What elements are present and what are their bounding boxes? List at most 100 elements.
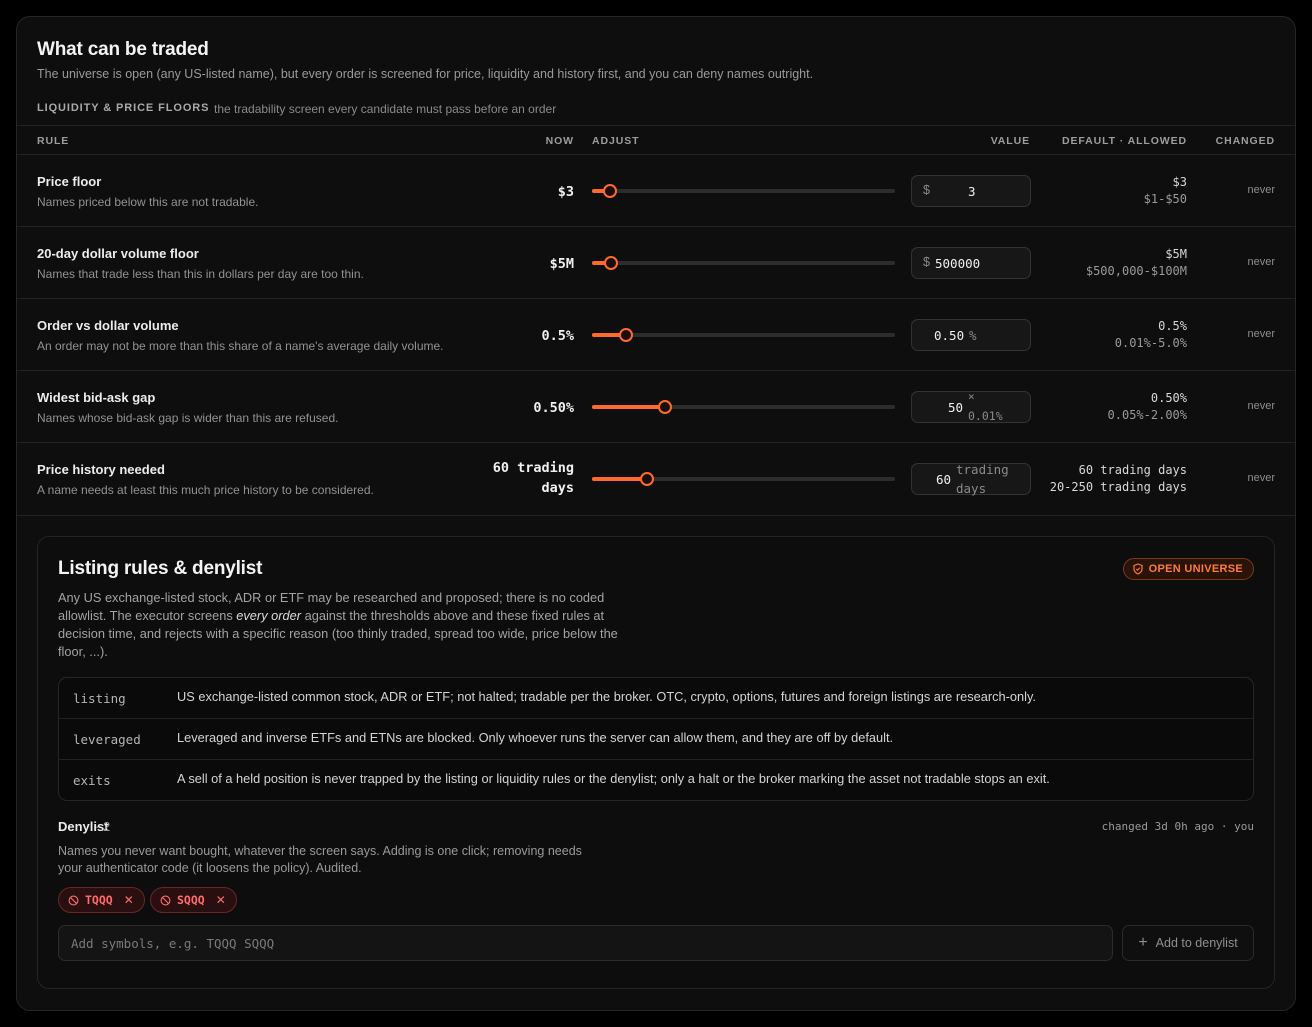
denylist-chip: TQQQ ✕ — [58, 887, 145, 913]
rule-default: 0.50% — [1150, 391, 1187, 405]
paragraph-emphasis: every order — [236, 608, 302, 623]
rule-description: Names whose bid-ask gap is wider than th… — [37, 411, 339, 425]
ban-icon — [68, 895, 79, 905]
value-suffix: % — [969, 328, 977, 343]
slider-handle[interactable] — [603, 184, 618, 198]
denylist-count: · 2 — [95, 819, 111, 834]
value-text[interactable]: 0.50 — [934, 328, 968, 343]
ban-icon — [160, 895, 171, 905]
rule-default-allowed: 60 trading days 20-250 trading days — [1050, 462, 1187, 496]
slider-handle[interactable] — [604, 256, 619, 270]
price-history-slider[interactable] — [592, 472, 895, 486]
rule-allowed: 0.01%-5.0% — [1114, 336, 1187, 350]
add-to-denylist-button[interactable]: + Add to denylist — [1122, 925, 1254, 961]
fixed-rule-key: listing — [73, 691, 126, 706]
page-subtitle: The universe is open (any US-listed name… — [37, 67, 814, 81]
col-changed: CHANGED — [1215, 135, 1275, 147]
chip-symbol: TQQQ — [85, 893, 113, 907]
rule-changed: never — [1247, 472, 1275, 484]
rule-default: 60 trading days — [1078, 463, 1187, 477]
section-description: the tradability screen every candidate m… — [214, 102, 557, 116]
listing-title: Listing rules & denylist — [58, 558, 263, 579]
rule-name: Widest bid-ask gap — [37, 390, 156, 405]
remove-chip-close-icon[interactable]: ✕ — [216, 893, 226, 907]
dollar-volume-input[interactable]: $ 5000000 — [911, 247, 1031, 279]
value-suffix-unit: 0.01% — [968, 409, 1003, 423]
fixed-rule-text: US exchange-listed common stock, ADR or … — [177, 689, 1036, 704]
remove-chip-close-icon[interactable]: ✕ — [124, 893, 134, 907]
rule-allowed: $500,000-$100M — [1085, 264, 1187, 278]
table-header: RULE NOW ADJUST VALUE DEFAULT · ALLOWED … — [17, 125, 1295, 155]
slider-handle[interactable] — [640, 472, 655, 486]
rule-changed: never — [1247, 400, 1275, 412]
divider — [17, 515, 1295, 516]
col-value: VALUE — [990, 135, 1030, 147]
add-symbols-input[interactable] — [58, 925, 1113, 961]
value-suffix-multiplier: × — [968, 390, 975, 403]
value-text[interactable]: 3 — [968, 184, 1008, 199]
value-text[interactable]: 60 — [936, 472, 954, 487]
rule-allowed: 0.05%-2.00% — [1107, 408, 1187, 422]
slider-handle[interactable] — [619, 328, 634, 342]
rule-changed: never — [1247, 184, 1275, 196]
rule-default: 0.5% — [1158, 319, 1187, 333]
rule-default-allowed: 0.5% 0.01%-5.0% — [1115, 318, 1187, 352]
rule-default: $5M — [1165, 247, 1187, 261]
badge-label: OPEN UNIVERSE — [1148, 563, 1243, 575]
price-history-input[interactable]: 60 trading days — [911, 462, 1031, 496]
dollar-volume-slider[interactable] — [592, 256, 895, 270]
rule-description: An order may not be more than this share… — [37, 339, 444, 353]
order-volume-slider[interactable] — [592, 328, 895, 342]
value-prefix: $ — [923, 183, 930, 197]
rule-current-value: $5M — [549, 256, 574, 272]
bid-ask-gap-slider[interactable] — [592, 400, 895, 414]
denylist-chip: SQQQ ✕ — [150, 887, 237, 913]
order-volume-input[interactable]: 0.50 % — [911, 319, 1031, 351]
fixed-rule-row: leveraged Leveraged and inverse ETFs and… — [59, 719, 1253, 760]
rule-default-allowed: 0.50% 0.05%-2.00% — [1108, 390, 1187, 424]
col-default-allowed: DEFAULT · ALLOWED — [1062, 135, 1187, 147]
rule-description: A name needs at least this much price hi… — [37, 483, 374, 497]
rule-default-allowed: $5M $500,000-$100M — [1086, 246, 1187, 280]
add-button-label: Add to denylist — [1155, 936, 1238, 950]
rule-allowed: 20-250 trading days — [1049, 480, 1187, 494]
col-now: NOW — [545, 135, 574, 147]
table-row: Widest bid-ask gap Names whose bid-ask g… — [17, 371, 1295, 443]
rule-description: Names that trade less than this in dolla… — [37, 267, 364, 281]
rule-name: 20-day dollar volume floor — [37, 246, 199, 261]
rule-default-allowed: $3 $1-$50 — [1144, 174, 1187, 208]
fixed-rule-key: exits — [73, 773, 111, 788]
page-title: What can be traded — [37, 39, 209, 60]
price-floor-input[interactable]: $ 3 — [911, 175, 1031, 207]
rule-name: Price history needed — [37, 462, 165, 477]
col-rule: RULE — [37, 135, 70, 147]
shield-icon — [1133, 563, 1143, 575]
rule-current-value: $3 — [557, 184, 574, 200]
rule-name: Price floor — [37, 174, 102, 189]
slider-handle[interactable] — [658, 400, 673, 414]
value-text[interactable]: 5000000 — [935, 256, 981, 271]
denylist-changed: changed 3d 0h ago · you — [1101, 820, 1254, 833]
rule-changed: never — [1247, 256, 1275, 268]
rule-current-value: 0.5% — [541, 328, 574, 344]
listing-rules-panel: Listing rules & denylist OPEN UNIVERSE A… — [37, 536, 1275, 989]
open-universe-badge: OPEN UNIVERSE — [1122, 558, 1254, 580]
rule-allowed: $1-$50 — [1143, 192, 1187, 206]
bid-ask-gap-input[interactable]: 50 × 0.01% — [911, 390, 1031, 423]
slider-fill — [592, 477, 648, 481]
fixed-rule-key: leveraged — [73, 732, 141, 747]
rule-description: Names priced below this are not tradable… — [37, 195, 259, 209]
current-value-line2: days — [541, 480, 574, 496]
plus-icon: + — [1138, 934, 1148, 951]
fixed-rule-row: exits A sell of a held position is never… — [59, 760, 1253, 801]
value-suffix-unit-line2: days — [956, 481, 987, 496]
value-text[interactable]: 50 — [948, 400, 966, 415]
price-floor-slider[interactable] — [592, 184, 895, 198]
fixed-rule-text: Leveraged and inverse ETFs and ETNs are … — [177, 730, 894, 745]
table-row: Price history needed A name needs at lea… — [17, 443, 1295, 516]
rule-changed: never — [1247, 328, 1275, 340]
table-row: Price floor Names priced below this are … — [17, 155, 1295, 227]
tradable-universe-card: What can be traded The universe is open … — [16, 16, 1296, 1011]
chip-symbol: SQQQ — [177, 893, 205, 907]
denylist-description: Names you never want bought, whatever th… — [58, 844, 582, 875]
